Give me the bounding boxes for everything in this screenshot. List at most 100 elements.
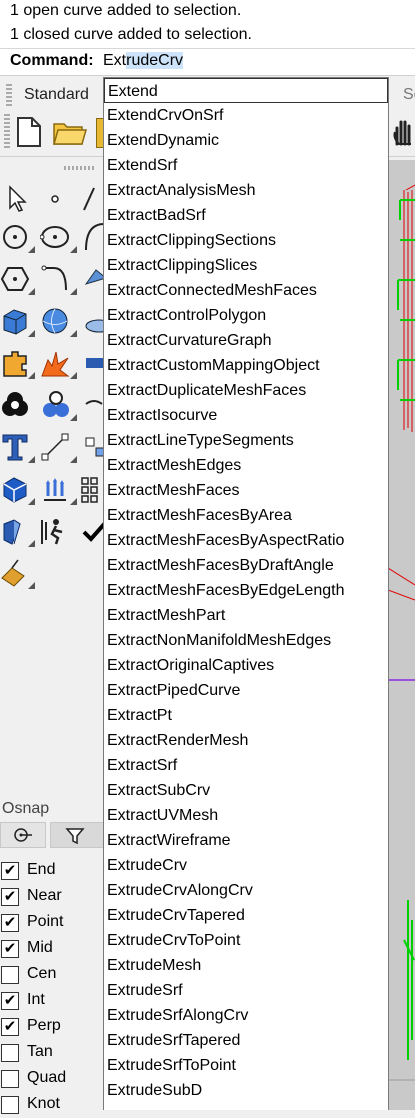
hand-pan-icon[interactable]: [391, 116, 415, 146]
autocomplete-item[interactable]: ExtractDuplicateMeshFaces: [104, 378, 388, 403]
autocomplete-item[interactable]: ExtractRenderMesh: [104, 728, 388, 753]
boolean-split-icon[interactable]: [40, 390, 70, 420]
osnap-panel-title: Osnap: [2, 800, 50, 817]
open-folder-icon[interactable]: [52, 118, 88, 146]
autocomplete-item[interactable]: ExtractMeshPart: [104, 603, 388, 628]
osnap-checkbox[interactable]: ✔: [1, 862, 19, 880]
autocomplete-item[interactable]: ExtractBadSrf: [104, 203, 388, 228]
puzzle-join-icon[interactable]: [0, 348, 30, 378]
osnap-checkbox[interactable]: [1, 966, 19, 984]
autocomplete-item[interactable]: ExtractAnalysisMesh: [104, 178, 388, 203]
osnap-item[interactable]: ✔ Perp: [0, 1014, 104, 1040]
point-icon[interactable]: [40, 184, 70, 214]
autocomplete-item[interactable]: ExtractCurvatureGraph: [104, 328, 388, 353]
dimension-icon[interactable]: [40, 432, 70, 462]
autocomplete-item[interactable]: ExtractSubCrv: [104, 778, 388, 803]
autocomplete-item[interactable]: ExtractUVMesh: [104, 803, 388, 828]
autocomplete-item[interactable]: ExtrudeSrfToPoint: [104, 1053, 388, 1078]
history-line: 1 closed curve added to selection.: [10, 26, 252, 43]
osnap-checkbox[interactable]: ✔: [1, 992, 19, 1010]
autocomplete-item[interactable]: ExtractMeshFacesByArea: [104, 503, 388, 528]
osnap-checkbox[interactable]: [1, 1070, 19, 1088]
autocomplete-item[interactable]: ExtendDynamic: [104, 128, 388, 153]
autocomplete-item[interactable]: ExtractControlPolygon: [104, 303, 388, 328]
explode-icon[interactable]: [40, 348, 70, 378]
command-input[interactable]: ExtrudeCrv: [103, 51, 184, 71]
flyout-indicator: [70, 246, 77, 253]
command-line[interactable]: Command: ExtrudeCrv: [0, 48, 415, 76]
box-solid-icon[interactable]: [0, 306, 30, 336]
autocomplete-item[interactable]: ExtrudeCrvTapered: [104, 903, 388, 928]
osnap-checkbox[interactable]: ✔: [1, 1018, 19, 1036]
osnap-item[interactable]: ✔ Mid: [0, 936, 104, 962]
osnap-label: Int: [27, 991, 45, 1008]
autocomplete-item[interactable]: ExtractClippingSections: [104, 228, 388, 253]
osnap-item[interactable]: Knot: [0, 1092, 104, 1118]
osnap-label: Cen: [27, 965, 57, 982]
autocomplete-item[interactable]: ExtrudeSrfAlongCrv: [104, 1003, 388, 1028]
autocomplete-item[interactable]: ExtractMeshFacesByEdgeLength: [104, 578, 388, 603]
ellipse-icon[interactable]: [40, 222, 70, 252]
autocomplete-item[interactable]: ExtrudeCrv: [104, 853, 388, 878]
circle-icon[interactable]: [0, 222, 30, 252]
autocomplete-item[interactable]: ExtractMeshFaces: [104, 478, 388, 503]
autocomplete-item[interactable]: ExtendCrvOnSrf: [104, 103, 388, 128]
autocomplete-item[interactable]: ExtractMeshFacesByAspectRatio: [104, 528, 388, 553]
autocomplete-item[interactable]: ExtrudeCrvAlongCrv: [104, 878, 388, 903]
command-autocomplete-dropdown[interactable]: Extend ExtendCrvOnSrf ExtendDynamic ExtendS…: [103, 77, 389, 1110]
osnap-checkbox[interactable]: [1, 1096, 19, 1114]
analyze-icon[interactable]: [0, 516, 30, 546]
autocomplete-item[interactable]: ExtractSrf: [104, 753, 388, 778]
autocomplete-item[interactable]: ExtractClippingSlices: [104, 253, 388, 278]
osnap-item[interactable]: Cen: [0, 962, 104, 988]
osnap-tab-point[interactable]: [0, 822, 46, 848]
autocomplete-item[interactable]: ExtrudeMesh: [104, 953, 388, 978]
polygon-icon[interactable]: [0, 264, 30, 294]
autocomplete-item[interactable]: ExtractPipedCurve: [104, 678, 388, 703]
viewport-area[interactable]: [388, 160, 415, 1110]
autocomplete-item[interactable]: ExtractPt: [104, 703, 388, 728]
autocomplete-item[interactable]: ExtractCustomMappingObject: [104, 353, 388, 378]
text-tool-icon[interactable]: [0, 432, 30, 462]
autocomplete-item[interactable]: ExtractOriginalCaptives: [104, 653, 388, 678]
osnap-checkbox[interactable]: ✔: [1, 888, 19, 906]
autocomplete-item[interactable]: ExtractNonManifoldMeshEdges: [104, 628, 388, 653]
select-arrow-icon[interactable]: [4, 184, 34, 214]
curve-icon[interactable]: [40, 264, 70, 294]
tab-standard[interactable]: Standard: [24, 86, 89, 104]
autocomplete-item[interactable]: ExtractConnectedMeshFaces: [104, 278, 388, 303]
autocomplete-item[interactable]: Extend: [104, 78, 388, 103]
osnap-tab-filter[interactable]: [50, 822, 104, 848]
autocomplete-item[interactable]: ExtrudeCrvToPoint: [104, 928, 388, 953]
autocomplete-item[interactable]: ExtractIsocurve: [104, 403, 388, 428]
osnap-item[interactable]: Tan: [0, 1040, 104, 1066]
autocomplete-item[interactable]: ExtrudeSrfTapered: [104, 1028, 388, 1053]
osnap-item[interactable]: ✔ Int: [0, 988, 104, 1014]
osnap-checkbox[interactable]: ✔: [1, 914, 19, 932]
autocomplete-item[interactable]: ExtractLineTypeSegments: [104, 428, 388, 453]
toolbar-grip-icon[interactable]: [6, 84, 12, 106]
palette-grip-icon[interactable]: [64, 166, 94, 170]
osnap-item[interactable]: ✔ End: [0, 858, 104, 884]
osnap-item[interactable]: Quad: [0, 1066, 104, 1092]
autocomplete-item[interactable]: ExtractMeshFacesByDraftAngle: [104, 553, 388, 578]
osnap-item[interactable]: ✔ Point: [0, 910, 104, 936]
walkabout-icon[interactable]: [38, 516, 68, 546]
tab-next-partial[interactable]: Se: [403, 86, 415, 104]
osnap-checkbox[interactable]: ✔: [1, 940, 19, 958]
boolean-union-icon[interactable]: [0, 390, 30, 420]
flyout-indicator: [70, 330, 77, 337]
autocomplete-item[interactable]: ExtrudeSubD: [104, 1078, 388, 1103]
autocomplete-item[interactable]: ExtrudeSrf: [104, 978, 388, 1003]
array-icon[interactable]: [40, 474, 70, 504]
autocomplete-item[interactable]: ExtractMeshEdges: [104, 453, 388, 478]
block-icon[interactable]: [0, 474, 30, 504]
sphere-icon[interactable]: [40, 306, 70, 336]
render-icon[interactable]: [0, 558, 30, 588]
osnap-item[interactable]: ✔ Near: [0, 884, 104, 910]
osnap-checkbox[interactable]: [1, 1044, 19, 1062]
autocomplete-item[interactable]: ExtendSrf: [104, 153, 388, 178]
autocomplete-item[interactable]: ExtractWireframe: [104, 828, 388, 853]
toolbar-grip-icon[interactable]: [4, 114, 10, 150]
new-file-icon[interactable]: [16, 116, 42, 148]
